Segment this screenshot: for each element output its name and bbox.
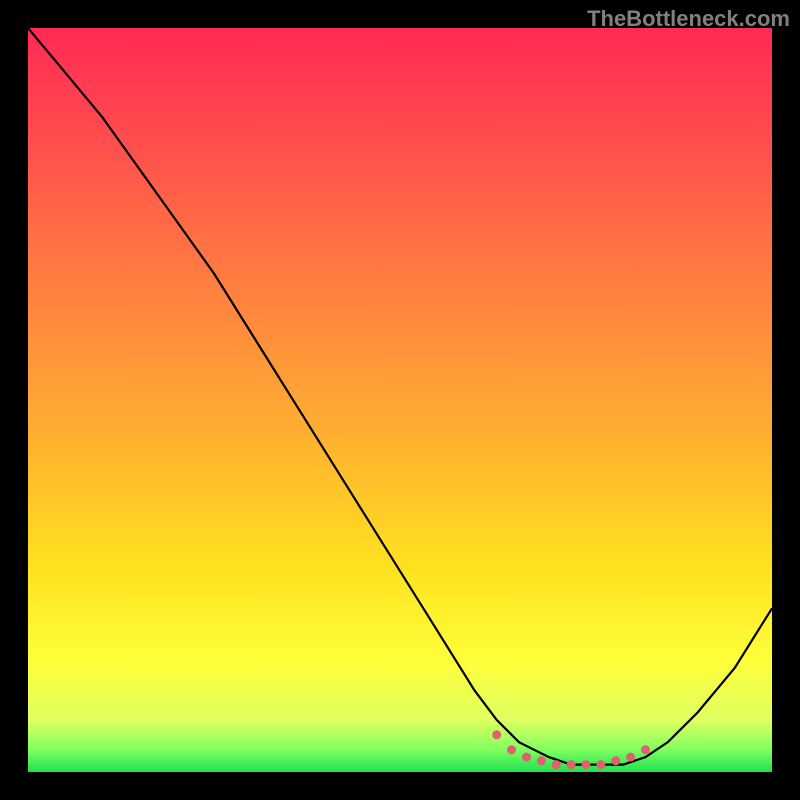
plot-area <box>28 28 772 772</box>
marker-point <box>641 745 650 754</box>
marker-point <box>492 730 501 739</box>
marker-point <box>507 745 516 754</box>
chart-svg <box>28 28 772 772</box>
watermark-text: TheBottleneck.com <box>587 6 790 32</box>
bottleneck-curve <box>28 28 772 765</box>
marker-point <box>567 760 576 769</box>
marker-point <box>552 760 561 769</box>
marker-point <box>537 756 546 765</box>
marker-point <box>582 760 591 769</box>
marker-point <box>522 753 531 762</box>
marker-point <box>596 760 605 769</box>
marker-point <box>611 756 620 765</box>
marker-point <box>626 753 635 762</box>
